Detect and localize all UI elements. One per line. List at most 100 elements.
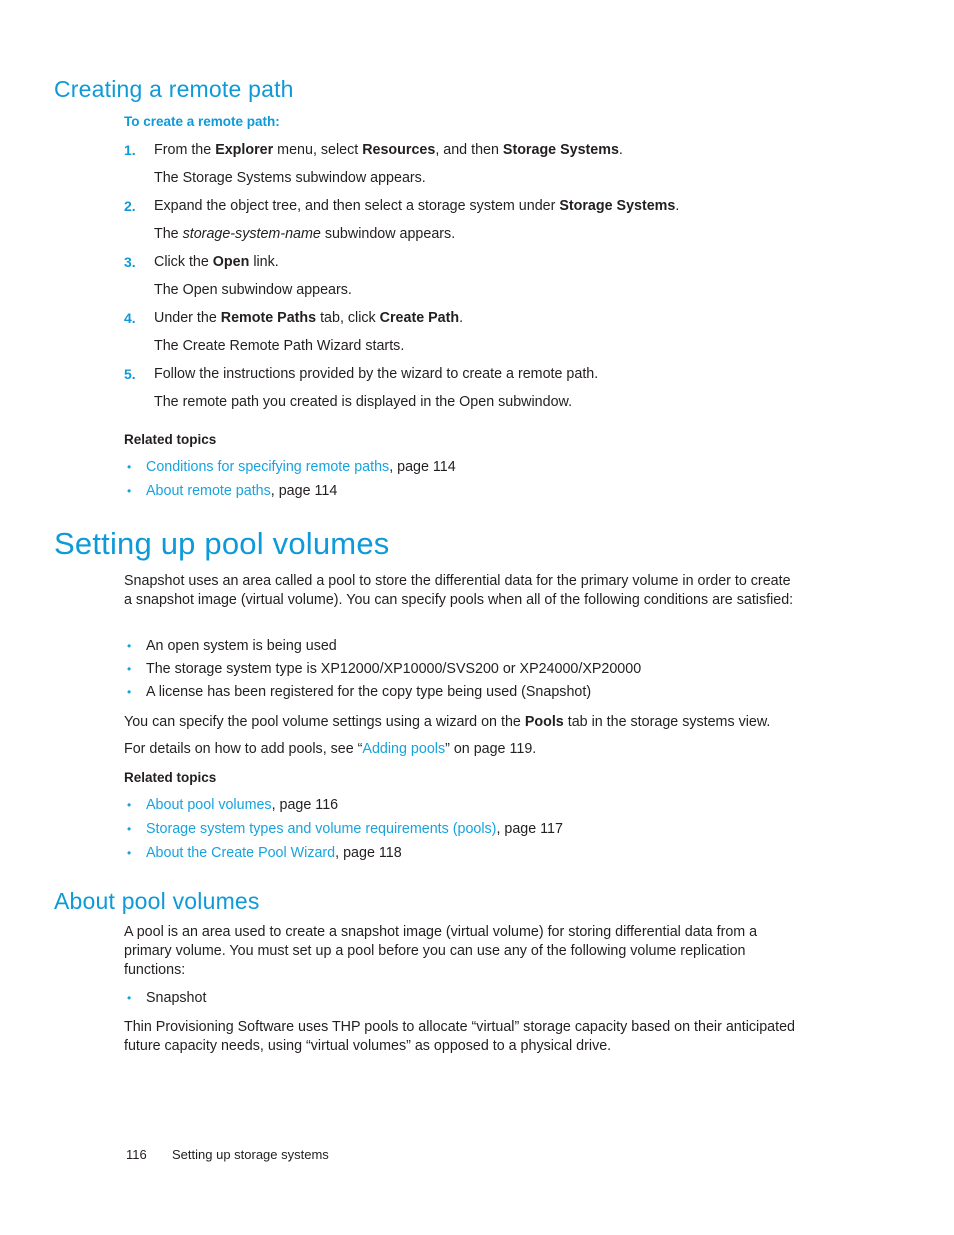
related-topic-link[interactable]: Conditions for specifying remote paths [146, 459, 389, 475]
emphasis-italic: storage-system-name [182, 226, 321, 242]
step-line: 1. From the Explorer menu, select Resourc… [124, 141, 834, 160]
related-topic-item: • Storage system types and volume require… [124, 820, 824, 839]
document-page: Creating a remote path To create a remot… [0, 0, 954, 1235]
bullet-text: Snapshot [146, 990, 207, 1006]
bullet-icon: • [127, 460, 132, 474]
related-topic-page-ref: , page 116 [271, 797, 339, 813]
text-run: Snapshot uses an area called a pool to s… [124, 573, 794, 608]
text-run: From the [154, 142, 216, 158]
step-result-text: The Create Remote Path Wizard starts. [124, 337, 834, 356]
text-run: You can specify the pool volume settings… [124, 714, 525, 730]
bullet-icon: • [127, 798, 132, 812]
step-line: 2. Expand the object tree, and then selec… [124, 197, 834, 216]
emphasis-bold: Storage Systems [559, 198, 676, 214]
text-run: Click the [154, 254, 213, 270]
step-number: 1. [124, 142, 136, 158]
bullet-item: • An open system is being used [124, 637, 834, 656]
related-topics-list: • Conditions for specifying remote paths,… [124, 458, 824, 501]
bullet-icon: • [127, 484, 132, 498]
step-text: From the Explorer menu, select Resources… [154, 141, 834, 160]
section-heading-about-pool-volumes: About pool volumes [54, 888, 260, 914]
emphasis-bold: Explorer [215, 142, 274, 158]
related-topic-text: About pool volumes, page 116 [146, 796, 824, 815]
step-item: 1. From the Explorer menu, select Resourc… [124, 141, 834, 188]
emphasis-bold: Pools [524, 714, 564, 730]
text-run: . [675, 198, 680, 214]
page-footer: 116 Setting up storage systems [126, 1146, 329, 1163]
emphasis-bold: Storage Systems [502, 142, 619, 158]
step-number: 3. [124, 254, 136, 270]
related-topic-text: About remote paths, page 114 [146, 482, 824, 501]
about-pool-closing-paragraph: Thin Provisioning Software uses THP pool… [124, 1019, 795, 1054]
step-text: Expand the object tree, and then select … [154, 197, 834, 216]
bullet-item: • The storage system type is XP12000/XP10… [124, 660, 834, 679]
bullet-text: A license has been registered for the co… [146, 684, 592, 700]
text-run: For details on how to add pools, see “ [124, 741, 363, 757]
step-number: 5. [124, 366, 136, 382]
related-topic-item: • About the Create Pool Wizard, page 118 [124, 844, 824, 863]
text-run: link. [249, 254, 279, 270]
related-topics-label: Related topics [124, 432, 217, 447]
emphasis-bold: Create Path [379, 310, 460, 326]
emphasis-bold: Remote Paths [220, 310, 317, 326]
page-title: Creating a remote path [54, 76, 294, 102]
section-setting-up-pool-volumes: Setting up pool volumes [54, 526, 834, 562]
bullet-icon: • [127, 639, 132, 653]
remote-path-steps-list: 1. From the Explorer menu, select Resourc… [124, 141, 834, 412]
step-text: Under the Remote Paths tab, click Create… [154, 309, 834, 328]
step-number: 4. [124, 310, 136, 326]
related-topic-link[interactable]: Storage system types and volume requirem… [146, 821, 496, 837]
step-item: 4. Under the Remote Paths tab, click Crea… [124, 309, 834, 356]
step-number: 2. [124, 198, 136, 214]
emphasis-bold: Open [212, 254, 250, 270]
step-result-text: The Open subwindow appears. [124, 281, 834, 300]
related-topic-page-ref: , page 117 [496, 821, 563, 837]
related-topic-page-ref: , page 114 [389, 459, 456, 475]
bullet-icon: • [127, 662, 132, 676]
text-run: subwindow appears. [320, 226, 456, 242]
volume-replication-functions-list: • Snapshot [124, 989, 824, 1008]
bullet-icon: • [127, 846, 132, 860]
related-topics-remote-path: Related topics • Conditions for specifyin… [124, 431, 824, 501]
step-item: 5. Follow the instructions provided by th… [124, 365, 834, 412]
related-topic-text: Conditions for specifying remote paths, … [146, 458, 824, 477]
pool-intro-paragraph: Snapshot uses an area called a pool to s… [124, 572, 800, 610]
bullet-text: An open system is being used [146, 638, 337, 654]
emphasis-bold: Resources [362, 142, 436, 158]
text-run: . [459, 310, 464, 326]
text-run: The [154, 226, 183, 242]
pool-conditions-list: • An open system is being used • The storag… [124, 637, 834, 702]
text-run: The Create Remote Path Wizard starts. [154, 338, 405, 354]
text-run: menu, select [273, 142, 363, 158]
related-topic-page-ref: , page 118 [335, 845, 402, 861]
pool-details-note: For details on how to add pools, see “Ad… [124, 740, 840, 759]
about-pool-intro-paragraph: A pool is an area used to create a snaps… [124, 924, 758, 978]
step-line: 3. Click the Open link. [124, 253, 834, 272]
related-topic-text: About the Create Pool Wizard, page 118 [146, 844, 824, 863]
related-topic-item: • Conditions for specifying remote paths,… [124, 458, 824, 477]
related-topic-link[interactable]: About pool volumes [146, 797, 272, 813]
related-topics-label: Related topics [124, 770, 217, 785]
text-run: ” on page 119. [445, 741, 537, 757]
related-topic-link[interactable]: About remote paths [146, 483, 271, 499]
related-topic-link[interactable]: About the Create Pool Wizard [146, 845, 335, 861]
section-creating-a-remote-path: Creating a remote path [54, 76, 814, 103]
bullet-icon: • [127, 685, 132, 699]
text-run: tab in the storage systems view. [563, 714, 771, 730]
related-topic-text: Storage system types and volume requirem… [146, 820, 824, 839]
bullet-icon: • [127, 822, 132, 836]
footer-page-number: 116 [126, 1147, 147, 1162]
related-topic-item: • About remote paths, page 114 [124, 482, 824, 501]
bullet-text: The storage system type is XP12000/XP100… [146, 661, 642, 677]
text-run: . [618, 142, 623, 158]
bullet-item: • Snapshot [124, 989, 824, 1008]
text-run: tab, click [316, 310, 380, 326]
text-run: The remote path you created is displayed… [154, 394, 573, 410]
text-run: The Open subwindow appears. [154, 282, 352, 298]
cross-reference-link[interactable]: Adding pools [362, 741, 445, 757]
subheading-to-create-a-remote-path: To create a remote path: [124, 114, 280, 129]
text-run: Follow the instructions provided by the … [154, 366, 599, 382]
step-result-text: The remote path you created is displayed… [124, 393, 834, 412]
step-item: 2. Expand the object tree, and then selec… [124, 197, 834, 244]
bullet-icon: • [127, 991, 132, 1005]
